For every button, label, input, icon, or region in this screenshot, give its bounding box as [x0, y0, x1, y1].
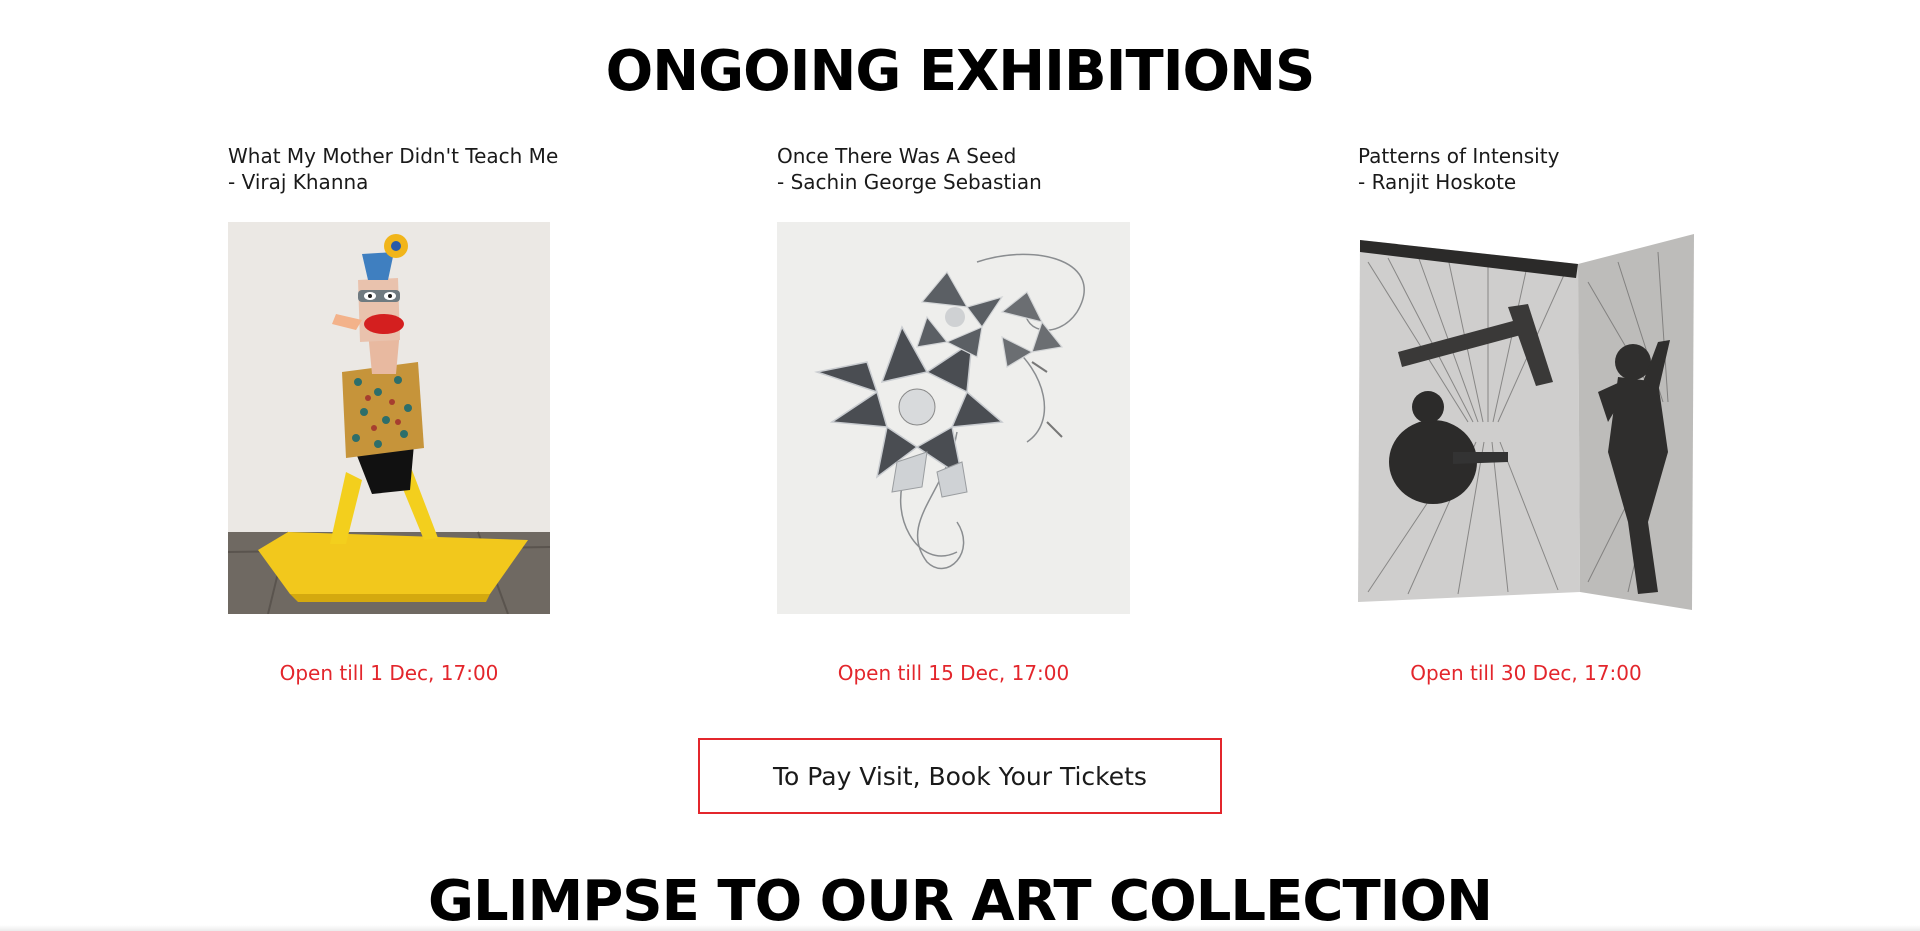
- page: ONGOING EXHIBITIONS What My Mother Didn'…: [0, 0, 1920, 931]
- exhibition-image-metal-flower[interactable]: [777, 222, 1130, 614]
- exhibition-title[interactable]: What My Mother Didn't Teach Me: [228, 143, 558, 169]
- exhibition-card-1[interactable]: What My Mother Didn't Teach Me - Viraj K…: [228, 0, 558, 700]
- book-tickets-button[interactable]: To Pay Visit, Book Your Tickets: [698, 738, 1222, 814]
- exhibition-image-sculpture[interactable]: [228, 222, 550, 614]
- exhibition-card-2[interactable]: Once There Was A Seed - Sachin George Se…: [777, 0, 1130, 700]
- charcoal-panel-illustration: [1358, 222, 1694, 614]
- art-collection-title: GLIMPSE TO OUR ART COLLECTION: [428, 869, 1493, 931]
- exhibition-status: Open till 15 Dec, 17:00: [837, 661, 1070, 685]
- exhibition-artist: - Viraj Khanna: [228, 170, 369, 194]
- exhibition-heading: Once There Was A Seed - Sachin George Se…: [777, 143, 1042, 195]
- sculpture-figure-illustration: [228, 222, 550, 614]
- exhibition-artist: - Ranjit Hoskote: [1358, 170, 1517, 194]
- exhibition-title[interactable]: Patterns of Intensity: [1358, 143, 1559, 169]
- exhibition-status: Open till 30 Dec, 17:00: [1410, 661, 1642, 685]
- exhibition-image-charcoal-panel[interactable]: [1358, 222, 1694, 614]
- exhibition-title[interactable]: Once There Was A Seed: [777, 143, 1042, 169]
- exhibition-card-3[interactable]: Patterns of Intensity - Ranjit Hoskote O…: [1358, 0, 1694, 700]
- metal-flower-illustration: [777, 222, 1130, 614]
- exhibition-status: Open till 1 Dec, 17:00: [279, 661, 499, 685]
- viewport-bottom-shadow: [0, 925, 1920, 931]
- exhibition-heading: What My Mother Didn't Teach Me - Viraj K…: [228, 143, 558, 195]
- exhibition-artist: - Sachin George Sebastian: [777, 170, 1042, 194]
- exhibition-heading: Patterns of Intensity - Ranjit Hoskote: [1358, 143, 1559, 195]
